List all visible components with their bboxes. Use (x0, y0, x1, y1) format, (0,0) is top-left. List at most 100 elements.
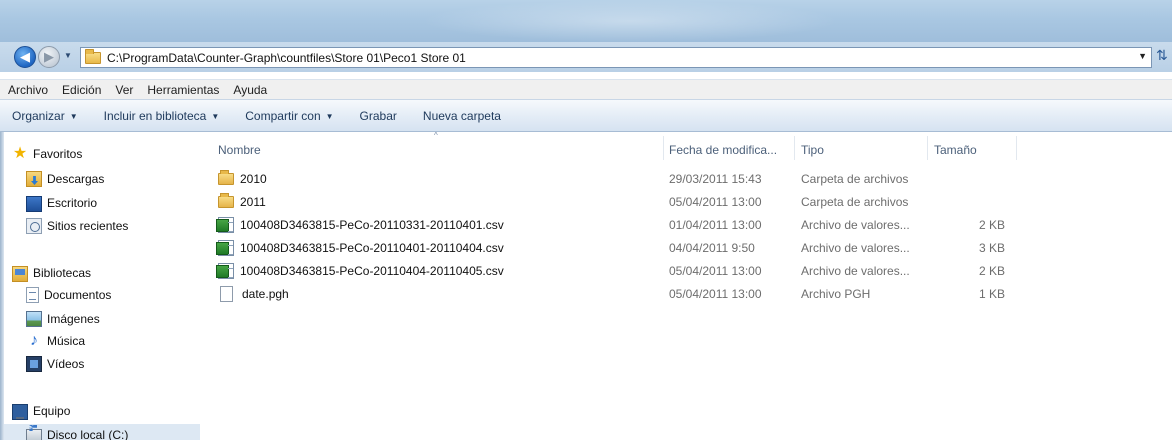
sidebar-item-disco-local[interactable]: Disco local (C:) (26, 425, 128, 440)
recent-pages-dropdown[interactable]: ▼ (64, 51, 72, 60)
burn-button[interactable]: Grabar (360, 109, 397, 123)
column-divider[interactable] (663, 136, 664, 160)
recent-places-icon (26, 218, 42, 234)
file-type: Archivo PGH (801, 287, 871, 301)
address-bar[interactable]: C:\ProgramData\Counter-Graph\countfiles\… (80, 47, 1152, 68)
file-type: Carpeta de archivos (801, 195, 909, 209)
chevron-down-icon: ▼ (69, 111, 78, 121)
menu-herramientas[interactable]: Herramientas (147, 83, 219, 97)
file-type: Archivo de valores... (801, 264, 910, 278)
back-button[interactable]: ◀ (14, 46, 36, 68)
sidebar-item-label: Descargas (47, 172, 105, 186)
file-type: Carpeta de archivos (801, 172, 909, 186)
window-titlebar (0, 0, 1172, 42)
file-name-text: 2011 (240, 195, 266, 209)
sidebar-item-label: Escritorio (47, 196, 98, 210)
sidebar-item-sitios-recientes[interactable]: Sitios recientes (26, 218, 128, 234)
address-path: C:\ProgramData\Counter-Graph\countfiles\… (107, 50, 466, 65)
file-date: 29/03/2011 15:43 (669, 172, 762, 186)
column-divider[interactable] (1016, 136, 1017, 160)
refresh-button[interactable]: ⇅ (1156, 47, 1168, 64)
file-size: 3 KB (978, 241, 1005, 255)
file-date: 05/04/2011 13:00 (669, 287, 762, 301)
sidebar-item-bibliotecas[interactable]: Bibliotecas (12, 264, 91, 282)
file-icon (220, 286, 233, 302)
new-folder-button[interactable]: Nueva carpeta (423, 109, 501, 123)
sidebar-item-label: Disco local (C:) (47, 428, 129, 440)
column-header-date[interactable]: Fecha de modifica... (669, 140, 777, 160)
sidebar-item-imagenes[interactable]: Imágenes (26, 310, 100, 327)
menu-archivo[interactable]: Archivo (8, 83, 48, 97)
desktop-icon (26, 196, 42, 212)
menu-ver[interactable]: Ver (115, 83, 133, 97)
file-row[interactable]: 100408D3463815-PeCo-20110404-20110405.cs… (212, 261, 1012, 281)
libraries-icon (12, 266, 28, 282)
sidebar-item-label: Bibliotecas (33, 266, 92, 280)
downloads-folder-icon (26, 171, 42, 187)
file-date: 05/04/2011 13:00 (669, 264, 762, 278)
csv-file-icon (216, 217, 234, 233)
file-row[interactable]: 2011 05/04/2011 13:00 Carpeta de archivo… (212, 192, 1012, 212)
forward-arrow-icon: ▶ (44, 49, 54, 64)
documents-icon (26, 287, 39, 303)
file-name: 2011 (218, 192, 266, 212)
sidebar-item-label: Música (47, 334, 86, 348)
sidebar-item-label: Vídeos (47, 357, 85, 371)
file-size (929, 169, 1005, 189)
file-size (929, 192, 1005, 212)
file-type: Archivo de valores... (801, 241, 910, 255)
file-date: 05/04/2011 13:00 (669, 195, 762, 209)
file-name: 100408D3463815-PeCo-20110331-20110401.cs… (216, 215, 504, 235)
address-dropdown-icon[interactable]: ▼ (1138, 51, 1147, 61)
share-with-button[interactable]: Compartir con ▼ (245, 109, 333, 123)
column-divider[interactable] (794, 136, 795, 160)
sidebar-item-escritorio[interactable]: Escritorio (26, 194, 97, 212)
file-size: 2 KB (978, 218, 1005, 232)
window-left-border (0, 132, 4, 440)
file-row[interactable]: 100408D3463815-PeCo-20110331-20110401.cs… (212, 215, 1012, 235)
file-size: 2 KB (978, 264, 1005, 278)
file-name: 2010 (218, 169, 267, 189)
file-name-text: date.pgh (242, 287, 289, 301)
column-header-size[interactable]: Tamaño (934, 140, 977, 160)
sidebar-item-favoritos[interactable]: ★ Favoritos (12, 145, 83, 162)
file-row[interactable]: date.pgh 05/04/2011 13:00 Archivo PGH 1 … (212, 284, 1012, 304)
column-header-type[interactable]: Tipo (801, 140, 824, 160)
file-row[interactable]: 100408D3463815-PeCo-20110401-20110404.cs… (212, 238, 1012, 258)
sidebar-item-equipo[interactable]: Equipo (12, 402, 70, 420)
back-arrow-icon: ◀ (20, 49, 30, 64)
star-icon: ★ (12, 145, 28, 162)
sidebar-item-documentos[interactable]: Documentos (26, 287, 111, 303)
file-name: 100408D3463815-PeCo-20110404-20110405.cs… (216, 261, 504, 281)
sidebar-item-label: Sitios recientes (47, 219, 129, 233)
sidebar-item-musica[interactable]: ♪ Música (26, 333, 85, 349)
organize-button[interactable]: Organizar ▼ (12, 109, 78, 123)
file-size: 1 KB (978, 287, 1005, 301)
file-name-text: 100408D3463815-PeCo-20110331-20110401.cs… (240, 218, 504, 232)
file-type: Archivo de valores... (801, 218, 910, 232)
menu-edicion[interactable]: Edición (62, 83, 101, 97)
pictures-icon (26, 311, 42, 327)
forward-button[interactable]: ▶ (38, 46, 60, 68)
music-note-icon: ♪ (30, 332, 38, 349)
sidebar-item-label: Favoritos (33, 147, 83, 161)
include-library-button[interactable]: Incluir en biblioteca ▼ (104, 109, 220, 123)
sidebar-item-videos[interactable]: Vídeos (26, 356, 84, 372)
file-name: 100408D3463815-PeCo-20110401-20110404.cs… (216, 238, 504, 258)
column-header-name[interactable]: Nombre (218, 140, 261, 160)
column-divider[interactable] (927, 136, 928, 160)
sidebar-item-label: Imágenes (47, 311, 100, 326)
sidebar-item-descargas[interactable]: Descargas (26, 171, 104, 187)
sidebar-item-label: Documentos (44, 288, 112, 302)
menu-ayuda[interactable]: Ayuda (233, 83, 267, 97)
file-name-text: 100408D3463815-PeCo-20110401-20110404.cs… (240, 241, 504, 255)
sort-ascending-icon: ^ (434, 131, 438, 140)
folder-icon (85, 48, 101, 64)
refresh-icon: ⇅ (1156, 47, 1168, 63)
file-row[interactable]: 2010 29/03/2011 15:43 Carpeta de archivo… (212, 169, 1012, 189)
video-icon (26, 356, 42, 372)
titlebar-sheen (420, 0, 840, 42)
csv-file-icon (216, 240, 234, 256)
chevron-down-icon: ▼ (211, 111, 220, 121)
file-date: 01/04/2011 13:00 (669, 218, 762, 232)
